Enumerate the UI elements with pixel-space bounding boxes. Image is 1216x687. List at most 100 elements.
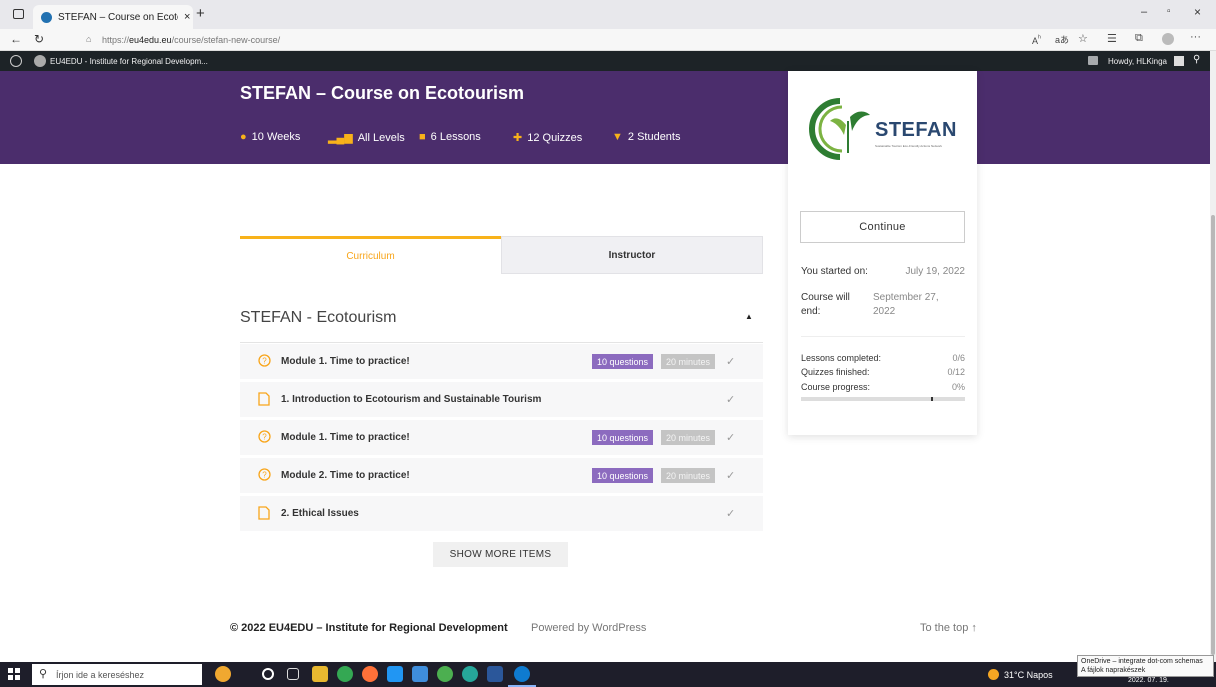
signal-icon: ▂▄▆ <box>328 132 353 144</box>
curriculum-item[interactable]: ? Module 2. Time to practice! 10 questio… <box>240 457 763 493</box>
item-title: Module 1. Time to practice! <box>281 432 410 443</box>
back-icon[interactable]: ← <box>10 32 22 46</box>
svg-text:?: ? <box>262 471 267 480</box>
search-icon: ⚲ <box>39 668 48 680</box>
show-more-button[interactable]: SHOW MORE ITEMS <box>433 542 568 567</box>
quiz-icon: ? <box>258 430 271 443</box>
wordpress-logo-icon[interactable] <box>10 55 22 67</box>
edge-icon[interactable] <box>514 666 530 682</box>
cortana-icon[interactable] <box>262 668 274 680</box>
close-window-icon[interactable]: × <box>1194 5 1201 19</box>
chrome-alt-icon[interactable] <box>462 666 478 682</box>
collapse-icon[interactable]: ▲ <box>745 312 753 321</box>
check-icon: ✓ <box>726 394 736 406</box>
favorites-list-icon[interactable]: ☰ <box>1107 32 1117 45</box>
url-prefix: https:// <box>102 35 130 45</box>
end-label-1: Course will <box>801 292 850 303</box>
new-tab-icon[interactable]: + <box>196 5 205 22</box>
refresh-icon[interactable]: ↻ <box>34 32 44 46</box>
read-aloud-icon[interactable]: Aʰ <box>1032 33 1041 46</box>
more-icon[interactable]: ··· <box>1190 31 1201 43</box>
course-hero <box>0 71 1210 164</box>
taskbar-search-field[interactable]: ⚲ Írjon ide a kereséshez <box>32 664 202 685</box>
chrome-profile-icon[interactable] <box>437 666 453 682</box>
meta-duration-label: 10 Weeks <box>251 131 301 143</box>
meta-students-label: 2 Students <box>627 131 681 143</box>
to-top-link[interactable]: To the top ↑ <box>920 622 977 634</box>
quiz-icon: ? <box>258 468 271 481</box>
chrome-icon[interactable] <box>337 666 353 682</box>
collections-icon[interactable]: ⧉ <box>1135 32 1143 45</box>
comments-icon[interactable] <box>1088 56 1098 65</box>
store-icon[interactable] <box>412 666 428 682</box>
lock-icon: ⌂ <box>86 34 92 44</box>
browser-tab-bar: STEFAN – Course on Ecotourism × + – ▫ × <box>0 0 1216 29</box>
end-label-2: end: <box>801 306 821 317</box>
dashboard-icon[interactable] <box>34 55 46 67</box>
check-icon: ✓ <box>726 508 736 520</box>
word-icon[interactable] <box>487 666 503 682</box>
widget-icon[interactable] <box>215 666 231 682</box>
curriculum-item[interactable]: ? Module 1. Time to practice! 10 questio… <box>240 343 763 379</box>
meta-lessons-label: 6 Lessons <box>430 131 481 143</box>
stefan-logo: STEFAN Sustainable Tourism Eco-Friendly … <box>800 91 965 166</box>
questions-badge: 10 questions <box>592 430 654 445</box>
course-progress-marker <box>931 397 933 401</box>
item-title: 1. Introduction to Ecotourism and Sustai… <box>281 394 542 405</box>
weather-text[interactable]: 31°C Napos <box>1004 670 1053 680</box>
favorite-icon[interactable]: ☆ <box>1078 32 1088 45</box>
tab-instructor[interactable]: Instructor <box>501 236 763 274</box>
questions-badge: 10 questions <box>592 354 654 369</box>
meta-duration: ● 10 Weeks <box>240 131 300 143</box>
curriculum-item[interactable]: ? Module 1. Time to practice! 10 questio… <box>240 419 763 455</box>
meta-level: ▂▄▆ All Levels <box>328 131 405 145</box>
logo-wordmark: STEFAN <box>875 119 957 141</box>
weather-sun-icon[interactable] <box>988 669 999 680</box>
file-explorer-icon[interactable] <box>312 666 328 682</box>
lessons-completed-value: 0/6 <box>952 353 965 363</box>
puzzle-icon: ✚ <box>513 132 523 144</box>
scrollbar-thumb[interactable] <box>1211 215 1215 655</box>
translate-icon[interactable]: aあ <box>1055 33 1069 46</box>
started-value: July 19, 2022 <box>905 266 966 277</box>
tooltip-line-1: OneDrive – integrate dot-com schemas <box>1081 658 1203 665</box>
check-icon: ✓ <box>726 470 736 482</box>
duration-badge: 20 minutes <box>661 468 716 483</box>
clock-date[interactable]: 2022. 07. 19. <box>1128 677 1169 684</box>
check-icon: ✓ <box>726 356 736 368</box>
user-avatar[interactable] <box>1174 56 1184 66</box>
course-progress-bar <box>801 397 965 401</box>
profile-avatar[interactable] <box>1162 33 1174 45</box>
footer-copyright: © 2022 EU4EDU – Institute for Regional D… <box>230 622 508 634</box>
admin-site-name[interactable]: EU4EDU - Institute for Regional Developm… <box>50 57 208 66</box>
questions-badge: 10 questions <box>592 468 654 483</box>
minimize-icon[interactable]: – <box>1141 6 1147 18</box>
admin-greeting[interactable]: Howdy, HLKinga <box>1108 57 1167 66</box>
start-windows-icon[interactable] <box>8 668 20 680</box>
url-field[interactable]: ⌂ https://eu4edu.eu/course/stefan-new-co… <box>80 32 1020 48</box>
course-progress-label: Course progress: <box>801 382 871 392</box>
duration-badge: 20 minutes <box>661 430 716 445</box>
admin-search-icon[interactable]: ⚲ <box>1193 54 1200 65</box>
started-label: You started on: <box>801 266 868 277</box>
curriculum-item[interactable]: 1. Introduction to Ecotourism and Sustai… <box>240 381 763 417</box>
restore-icon[interactable]: ▫ <box>1167 6 1171 17</box>
continue-button[interactable]: Continue <box>800 211 965 243</box>
check-icon: ✓ <box>726 432 736 444</box>
meta-level-label: All Levels <box>357 131 405 144</box>
browser-tab[interactable]: STEFAN – Course on Ecotourism × <box>33 5 193 29</box>
curriculum-item[interactable]: 2. Ethical Issues ✓ <box>240 495 763 531</box>
firefox-icon[interactable] <box>362 666 378 682</box>
tab-actions-icon[interactable] <box>13 9 24 19</box>
section-title[interactable]: STEFAN - Ecotourism <box>240 309 396 327</box>
task-view-icon[interactable] <box>287 668 299 680</box>
tab-curriculum[interactable]: Curriculum <box>240 236 501 274</box>
taskbar-search-placeholder: Írjon ide a kereséshez <box>56 669 145 680</box>
close-tab-icon[interactable]: × <box>184 11 190 23</box>
users-icon: ▼ <box>612 131 623 143</box>
wp-admin-bar: EU4EDU - Institute for Regional Developm… <box>0 51 1210 71</box>
app-icon[interactable] <box>387 666 403 682</box>
footer-powered-link[interactable]: Powered by WordPress <box>531 622 646 634</box>
files-icon: ■ <box>419 131 426 143</box>
onedrive-tooltip: OneDrive – integrate dot-com schemas A f… <box>1077 655 1214 677</box>
